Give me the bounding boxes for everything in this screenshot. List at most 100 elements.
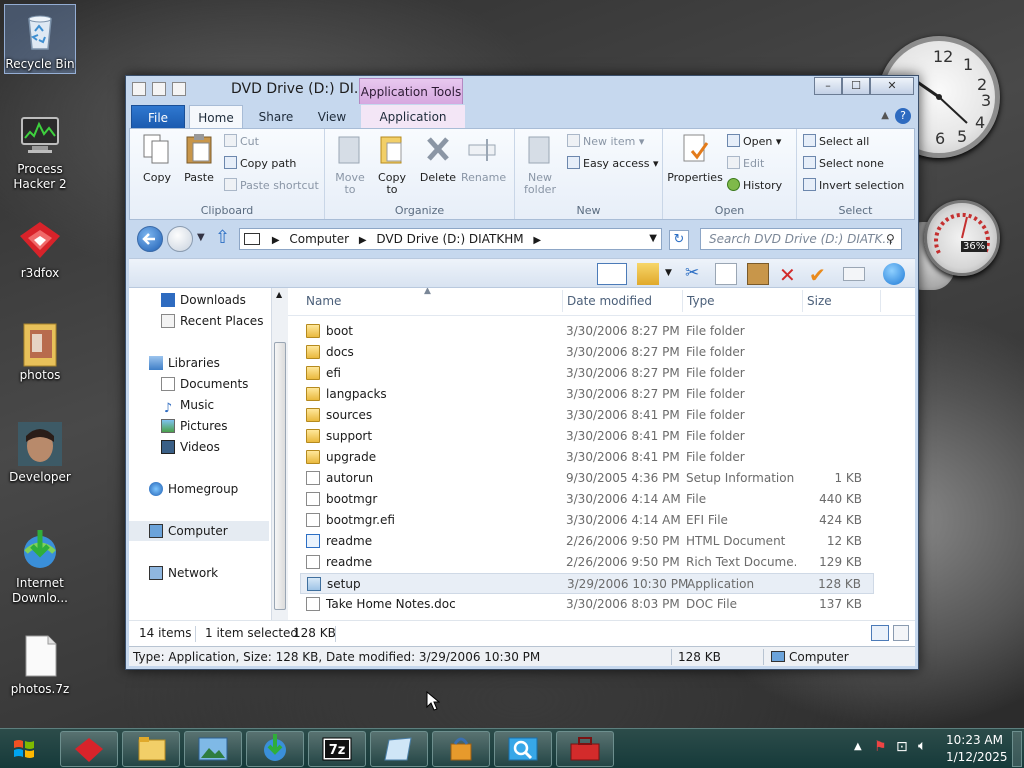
taskbar-store[interactable]: [432, 731, 490, 767]
volume-icon[interactable]: 🔈︎: [918, 738, 926, 754]
clock-date[interactable]: 1/12/2025: [946, 750, 1008, 764]
invert-selection-button[interactable]: Invert selection: [803, 177, 904, 195]
address-segment[interactable]: Computer: [289, 232, 349, 246]
delete-button[interactable]: Delete: [417, 133, 459, 184]
cut-button[interactable]: Cut: [224, 133, 259, 151]
details-view-icon[interactable]: [871, 625, 889, 641]
taskbar-7zip[interactable]: 7z: [308, 731, 366, 767]
copy-toolbar-icon[interactable]: [715, 263, 737, 285]
back-button[interactable]: [137, 226, 163, 252]
new-folder-quick-icon[interactable]: [172, 82, 186, 96]
globe-toolbar-icon[interactable]: [883, 263, 905, 285]
scroll-up-icon[interactable]: ▲: [276, 290, 282, 299]
minimize-button[interactable]: –: [814, 77, 842, 95]
table-row[interactable]: docs 3/30/2006 8:27 PM File folder: [300, 342, 874, 363]
refresh-icon[interactable]: ↻: [669, 230, 689, 250]
scrollbar-thumb[interactable]: [274, 342, 286, 610]
taskbar-explorer[interactable]: [122, 731, 180, 767]
tab-file[interactable]: File: [131, 105, 185, 129]
nav-item-pictures[interactable]: Pictures: [129, 416, 269, 436]
desktop-icon-internet-download[interactable]: Internet Downlo...: [4, 528, 76, 606]
taskbar-toolbox[interactable]: [556, 731, 614, 767]
desktop-icon-r3dfox[interactable]: r3dfox: [4, 218, 76, 281]
address-bar[interactable]: ▶ Computer ▶ DVD Drive (D:) DIATKHM ▶ ▼: [239, 228, 662, 250]
taskbar-notepad[interactable]: [370, 731, 428, 767]
maximize-button[interactable]: ☐: [842, 77, 870, 95]
table-row[interactable]: autorun 9/30/2005 4:36 PM Setup Informatio…: [300, 468, 874, 489]
desktop-icon-recycle-bin[interactable]: Recycle Bin: [4, 4, 76, 74]
explorer-window[interactable]: DVD Drive (D:) DI... Application Tools –…: [125, 75, 919, 670]
chevron-right-icon[interactable]: ▶: [533, 235, 541, 246]
title-bar[interactable]: DVD Drive (D:) DI... Application Tools –…: [126, 76, 918, 104]
table-row[interactable]: upgrade 3/30/2006 8:41 PM File folder: [300, 447, 874, 468]
network-tray-icon[interactable]: ⊡: [896, 739, 908, 755]
column-size[interactable]: Size: [807, 294, 832, 308]
navigation-scrollbar[interactable]: ▲ ▼: [271, 288, 288, 633]
table-row[interactable]: bootmgr 3/30/2006 4:14 AM File 440 KB: [300, 489, 874, 510]
open-button[interactable]: Open ▾: [727, 133, 781, 151]
nav-item-downloads[interactable]: Downloads: [129, 290, 269, 310]
action-center-flag-icon[interactable]: ⚑: [874, 739, 887, 755]
history-button[interactable]: History: [727, 177, 782, 195]
nav-item-homegroup[interactable]: Homegroup: [129, 479, 269, 499]
table-row[interactable]: bootmgr.efi 3/30/2006 4:14 AM EFI File 424 …: [300, 510, 874, 531]
copy-to-button[interactable]: Copy to: [371, 133, 413, 196]
help-icon[interactable]: ?: [895, 108, 911, 124]
desktop-icon-process-hacker[interactable]: Process Hacker 2: [4, 114, 76, 192]
column-date[interactable]: Date modified: [567, 294, 652, 308]
search-input[interactable]: Search DVD Drive (D:) DIATK...: [700, 228, 902, 250]
select-all-button[interactable]: Select all: [803, 133, 869, 151]
paste-button[interactable]: Paste: [178, 133, 220, 184]
delete-toolbar-icon[interactable]: ✕: [779, 263, 801, 287]
address-dropdown-icon[interactable]: ▼: [649, 229, 657, 249]
nav-item-network[interactable]: Network: [129, 563, 269, 583]
table-row[interactable]: sources 3/30/2006 8:41 PM File folder: [300, 405, 874, 426]
taskbar-magnifier[interactable]: [494, 731, 552, 767]
forward-button[interactable]: [167, 226, 193, 252]
paste-shortcut-button[interactable]: Paste shortcut: [224, 177, 319, 195]
chevron-right-icon[interactable]: ▶: [359, 235, 367, 246]
rename-button[interactable]: Rename: [461, 133, 506, 184]
large-icons-view-icon[interactable]: [893, 625, 909, 641]
column-type[interactable]: Type: [687, 294, 715, 308]
desktop-icon-photos[interactable]: photos: [4, 320, 76, 383]
nav-item-documents[interactable]: Documents: [129, 374, 269, 394]
desktop-icon-developer[interactable]: Developer: [4, 422, 76, 485]
preview-pane-icon[interactable]: [597, 263, 627, 285]
taskbar-r3dfox[interactable]: [60, 731, 118, 767]
nav-item-recent-places[interactable]: Recent Places: [129, 311, 269, 331]
nav-item-music[interactable]: ♪ Music: [129, 395, 269, 416]
window-menu-icon[interactable]: [132, 82, 146, 96]
clock-time[interactable]: 10:23 AM: [946, 733, 1003, 747]
recent-locations-dropdown-icon[interactable]: ▼: [197, 232, 205, 243]
desktop-icon-photos-7z[interactable]: photos.7z: [4, 634, 76, 697]
properties-button[interactable]: Properties: [667, 133, 723, 184]
table-row[interactable]: boot 3/30/2006 8:27 PM File folder: [300, 321, 874, 342]
taskbar-photo-viewer[interactable]: [184, 731, 242, 767]
nav-item-videos[interactable]: Videos: [129, 437, 269, 457]
new-item-button[interactable]: New item ▾: [567, 133, 644, 151]
rename-toolbar-icon[interactable]: [843, 267, 865, 281]
chevron-down-icon[interactable]: ▼: [665, 268, 672, 278]
address-segment[interactable]: DVD Drive (D:) DIATKHM: [376, 232, 523, 246]
checkmark-toolbar-icon[interactable]: ✔: [809, 263, 831, 287]
cut-toolbar-icon[interactable]: ✂: [685, 263, 707, 285]
select-none-button[interactable]: Select none: [803, 155, 884, 173]
table-row[interactable]: readme 2/26/2006 9:50 PM HTML Document 12 K…: [300, 531, 874, 552]
close-button[interactable]: ✕: [870, 77, 914, 95]
chevron-right-icon[interactable]: ▶: [272, 235, 280, 246]
meter-gadget[interactable]: 36%: [924, 200, 1000, 276]
table-row[interactable]: langpacks 3/30/2006 8:27 PM File folder: [300, 384, 874, 405]
nav-item-libraries[interactable]: Libraries: [129, 353, 269, 373]
table-row[interactable]: efi 3/30/2006 8:27 PM File folder: [300, 363, 874, 384]
column-name[interactable]: Name: [306, 294, 341, 308]
folder-options-icon[interactable]: [637, 263, 659, 285]
copy-path-button[interactable]: Copy path: [224, 155, 296, 173]
table-row[interactable]: support 3/30/2006 8:41 PM File folder: [300, 426, 874, 447]
copy-button[interactable]: Copy: [136, 133, 178, 184]
table-row[interactable]: readme 2/26/2006 9:50 PM Rich Text Docume.…: [300, 552, 874, 573]
nav-item-computer[interactable]: Computer: [129, 521, 269, 541]
move-to-button[interactable]: Move to: [329, 133, 371, 196]
show-hidden-icons-icon[interactable]: ▲: [854, 741, 862, 752]
tab-application[interactable]: Application: [361, 105, 465, 129]
